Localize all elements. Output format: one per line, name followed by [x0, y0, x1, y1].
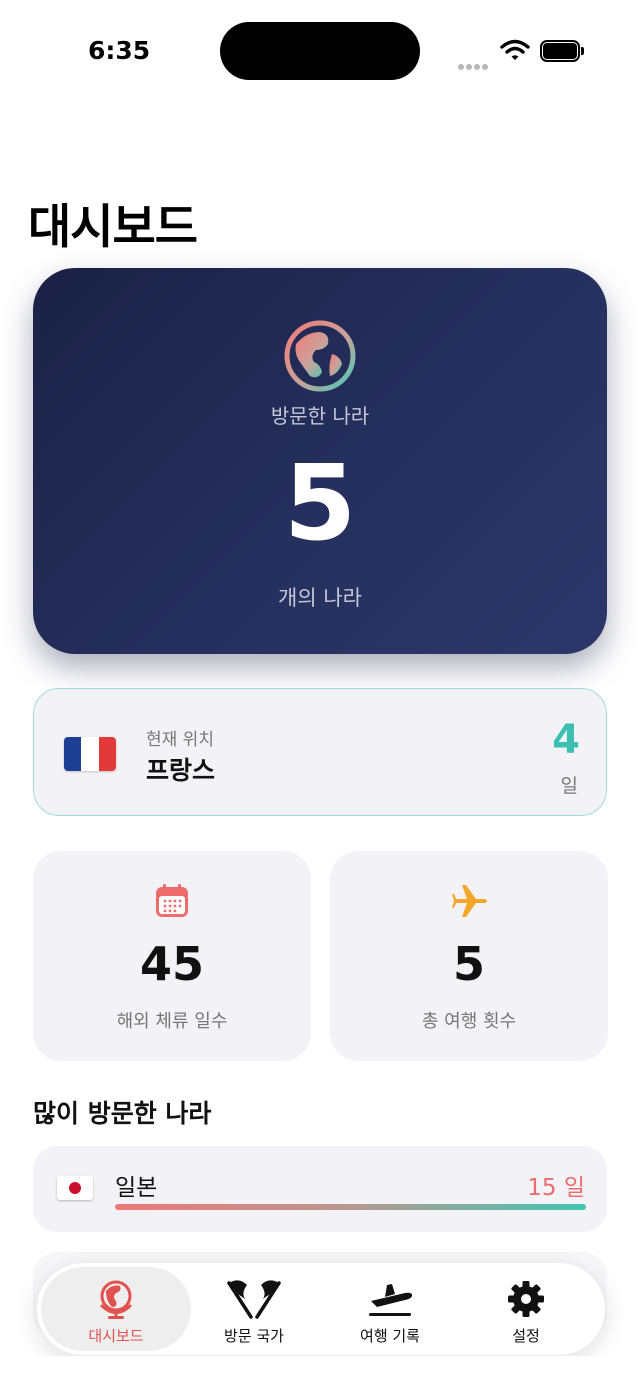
visited-countries-label: 방문한 나라	[270, 404, 370, 428]
stat-card-total-trips[interactable]: 5 총 여행 횟수	[330, 851, 608, 1061]
visited-countries-unit: 개의 나라	[278, 586, 362, 610]
visited-countries-count: 5	[283, 442, 357, 564]
stat-card-days-abroad[interactable]: 45 해외 체류 일수	[33, 851, 311, 1061]
current-location-card[interactable]: 현재 위치 프랑스 4 일	[33, 688, 607, 816]
stat-value: 45	[139, 937, 204, 991]
battery-icon	[540, 40, 584, 62]
tab-settings[interactable]: 설정	[451, 1267, 601, 1351]
cellular-signal-icon	[458, 55, 490, 74]
dynamic-island	[220, 22, 420, 80]
stat-label: 해외 체류 일수	[116, 1011, 228, 1032]
current-location-country: 프랑스	[146, 756, 216, 785]
country-name: 일본	[115, 1175, 158, 1201]
tab-label: 여행 기록	[360, 1327, 420, 1345]
tab-travel-log[interactable]: 여행 기록	[315, 1267, 465, 1351]
flag-japan-icon	[57, 1176, 93, 1200]
flag-france-icon	[64, 737, 116, 771]
calendar-icon	[156, 884, 188, 917]
current-location-days-unit: 일	[560, 775, 578, 797]
tab-visited-countries[interactable]: 방문 국가	[179, 1267, 329, 1351]
current-location-label: 현재 위치	[146, 730, 214, 750]
tab-label: 대시보드	[88, 1327, 144, 1345]
tab-bar: 대시보드 방문 국가 여행 기록 설정	[36, 1262, 606, 1356]
globe-icon	[284, 320, 356, 392]
tab-label: 설정	[512, 1327, 540, 1345]
crossed-flags-icon	[227, 1280, 281, 1319]
wifi-icon	[500, 39, 530, 60]
top-countries-title: 많이 방문한 나라	[33, 1099, 212, 1128]
tab-dashboard[interactable]: 대시보드	[41, 1267, 191, 1351]
visited-countries-card: 방문한 나라 5 개의 나라	[33, 268, 607, 654]
status-time: 6:35	[88, 36, 151, 65]
tab-label: 방문 국가	[224, 1327, 284, 1345]
country-days-bar	[115, 1204, 586, 1210]
bottom-safe-area	[0, 1356, 640, 1391]
page-title: 대시보드	[28, 200, 198, 255]
stat-label: 총 여행 횟수	[421, 1011, 517, 1032]
airplane-departure-icon	[369, 1284, 413, 1316]
stat-value: 5	[452, 937, 485, 991]
status-bar: 6:35	[0, 0, 640, 100]
gear-icon	[508, 1281, 544, 1317]
country-row-japan[interactable]: 일본 15 일	[33, 1146, 607, 1232]
airplane-icon	[452, 885, 487, 917]
globe-icon	[100, 1280, 132, 1319]
current-location-days: 4	[552, 717, 580, 763]
country-days: 15 일	[527, 1175, 585, 1201]
